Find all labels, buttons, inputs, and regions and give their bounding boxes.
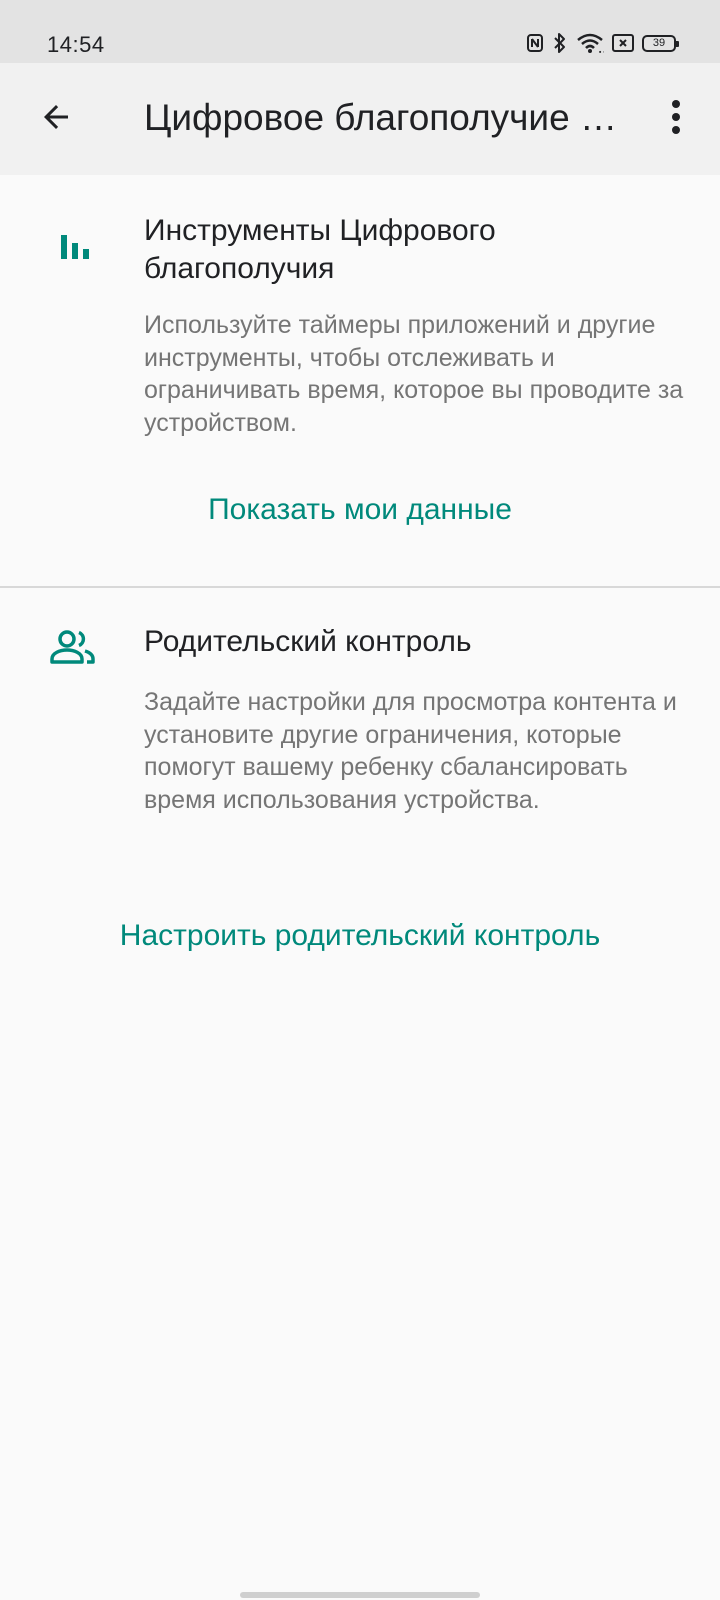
- section-title: Инструменты Цифрового благополучия: [144, 214, 496, 285]
- svg-text:∙∙: ∙∙: [598, 48, 604, 54]
- status-bar: 14:54 ∙∙: [0, 0, 720, 63]
- section-title: Родительский контроль: [144, 625, 472, 658]
- gesture-nav-bar[interactable]: [240, 1592, 480, 1598]
- wifi-icon: ∙∙: [576, 32, 604, 54]
- show-my-data-button[interactable]: Показать мои данные: [0, 493, 720, 527]
- people-icon: [50, 624, 96, 670]
- arrow-back-icon[interactable]: [38, 99, 74, 140]
- section-description: Задайте настройки для просмотра контента…: [144, 688, 677, 814]
- battery-level: 39: [652, 36, 666, 49]
- nfc-icon: [526, 33, 544, 53]
- notification-box-icon: [612, 34, 634, 52]
- section-description: Используйте таймеры приложений и другие …: [144, 311, 684, 437]
- back-button[interactable]: [28, 91, 84, 147]
- battery-icon: 39: [642, 34, 679, 52]
- bar-chart-icon: [52, 223, 98, 269]
- app-bar: Цифровое благополучие и родительский кон…: [0, 63, 720, 175]
- wellbeing-tools-section: Инструменты Цифрового благополучия Испол…: [0, 175, 720, 586]
- status-icons: ∙∙ 39: [526, 30, 679, 56]
- bluetooth-icon: [552, 32, 568, 54]
- status-time: 14:54: [47, 32, 105, 57]
- more-vert-icon[interactable]: [670, 99, 682, 140]
- parental-controls-section: Родительский контроль Задайте настройки …: [0, 588, 720, 988]
- more-options-button[interactable]: [648, 91, 704, 147]
- setup-parental-controls-button[interactable]: Настроить родительский контроль: [0, 919, 720, 953]
- page-title: Цифровое благополучие и родительский кон…: [144, 97, 624, 138]
